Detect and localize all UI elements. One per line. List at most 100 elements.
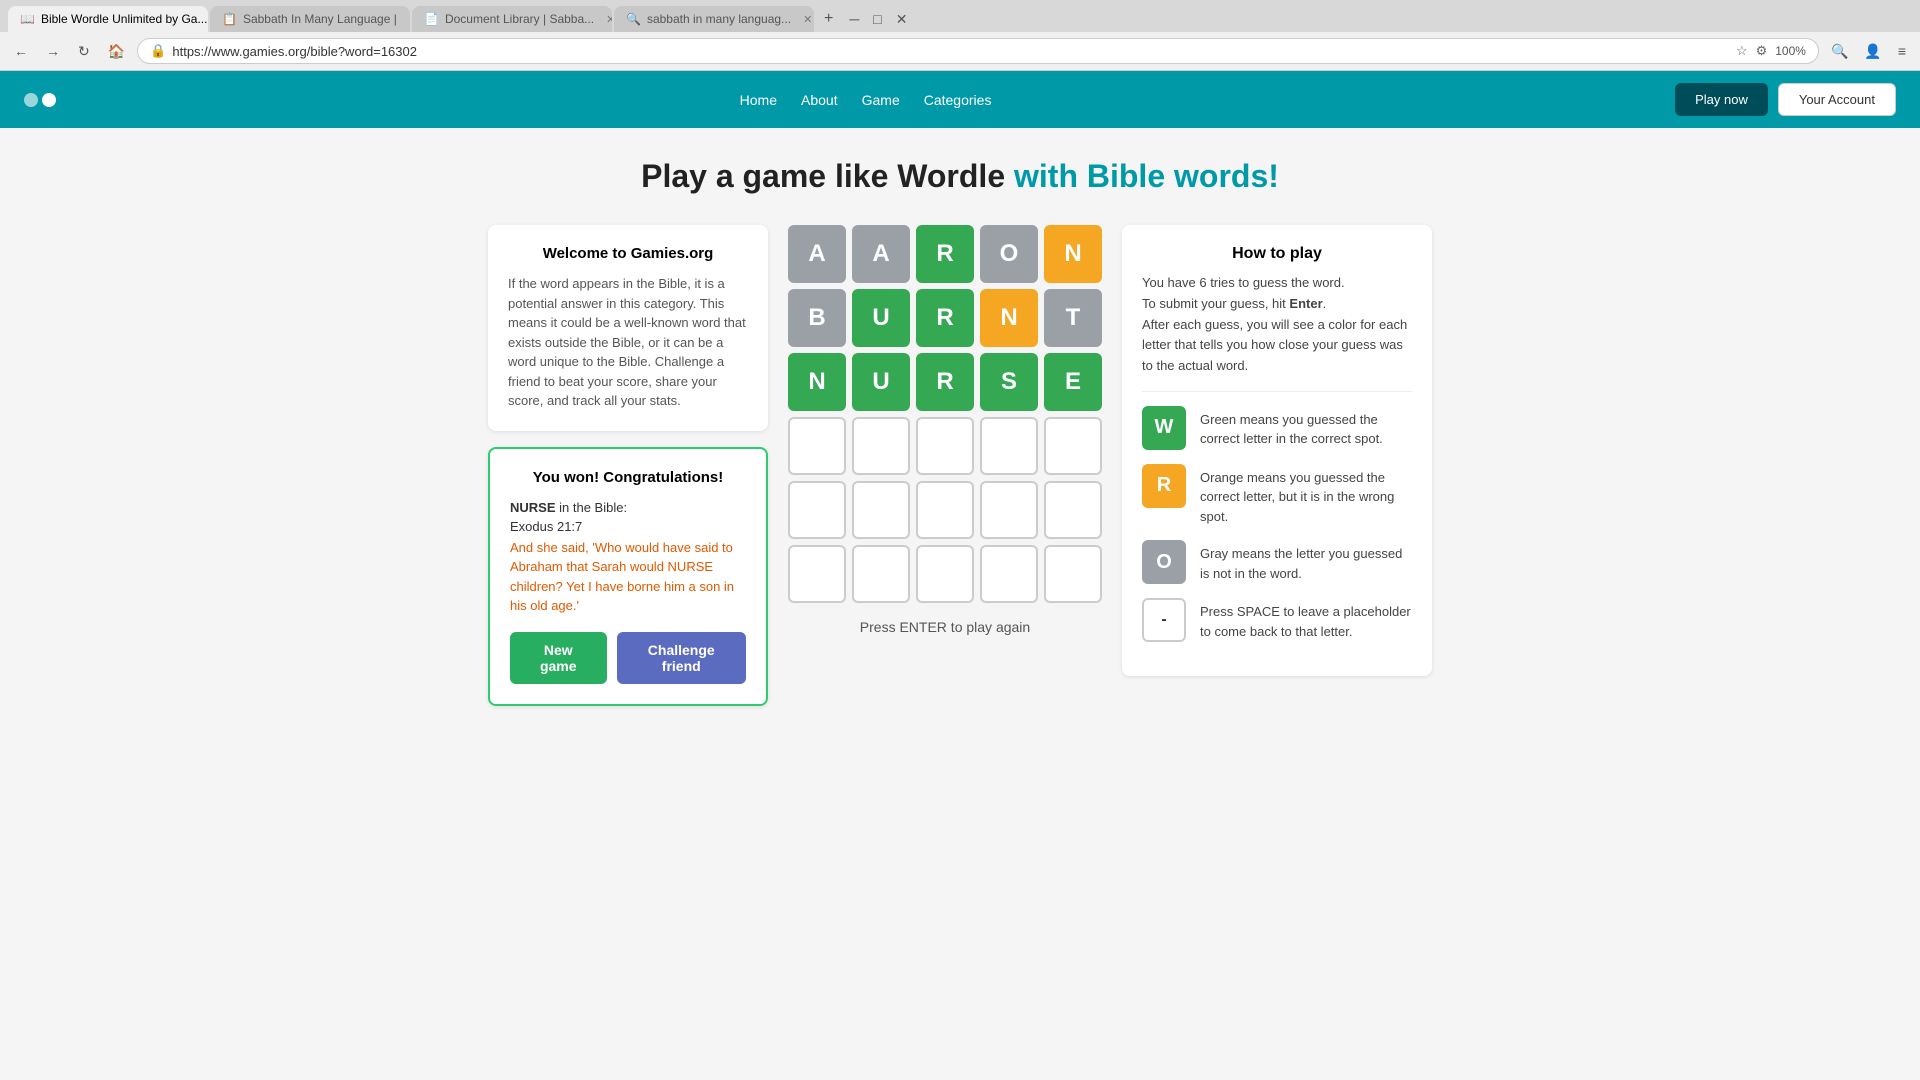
board-row-2: NURSE: [788, 353, 1102, 411]
board-cell-4-3: [980, 481, 1038, 539]
tab-active[interactable]: 📖 Bible Wordle Unlimited by Ga... ✕: [8, 6, 208, 32]
tab-label-2: Sabbath In Many Language |: [243, 12, 397, 26]
window-close-button[interactable]: ✕: [890, 7, 914, 32]
legend-container: WGreen means you guessed the correct let…: [1142, 406, 1412, 643]
tab-close-4[interactable]: ✕: [803, 13, 812, 26]
board-cell-0-4: N: [1044, 225, 1102, 283]
bible-word: NURSE: [510, 500, 556, 515]
new-tab-button[interactable]: +: [816, 6, 841, 32]
board-row-4: [788, 481, 1102, 539]
address-bar-icons: ☆ ⚙ 100%: [1736, 43, 1806, 59]
board-cell-0-3: O: [980, 225, 1038, 283]
board-cell-1-1: U: [852, 289, 910, 347]
board-cell-2-1: U: [852, 353, 910, 411]
profile-button[interactable]: 👤: [1858, 39, 1887, 64]
board-row-3: [788, 417, 1102, 475]
site-logo: [24, 93, 56, 107]
nav-home[interactable]: Home: [740, 92, 777, 108]
main-content: Play a game like Wordle with Bible words…: [260, 128, 1660, 736]
back-button[interactable]: ←: [8, 39, 34, 63]
legend-item-1: ROrange means you guessed the correct le…: [1142, 464, 1412, 527]
page-title-start: Play a game like Wordle: [641, 158, 1014, 194]
site-header: Home About Game Categories Play now Your…: [0, 71, 1920, 128]
how-line2: To submit your guess, hit Enter.: [1142, 296, 1326, 311]
address-bar[interactable]: 🔒 https://www.gamies.org/bible?word=1630…: [137, 38, 1819, 64]
legend-text-1: Orange means you guessed the correct let…: [1200, 464, 1412, 527]
site-nav: Home About Game Categories: [740, 92, 992, 108]
board-cell-3-4: [1044, 417, 1102, 475]
forward-button[interactable]: →: [40, 39, 66, 63]
how-to-play-panel: How to play You have 6 tries to guess th…: [1122, 225, 1432, 676]
tab-bar: 📖 Bible Wordle Unlimited by Ga... ✕ 📋 Sa…: [0, 0, 1920, 32]
your-account-button[interactable]: Your Account: [1778, 83, 1896, 116]
nav-about[interactable]: About: [801, 92, 838, 108]
tab-label-1: Bible Wordle Unlimited by Ga...: [41, 12, 208, 26]
board-cell-4-0: [788, 481, 846, 539]
tab-favicon-1: 📖: [20, 12, 35, 26]
board-cell-5-4: [1044, 545, 1102, 603]
logo-dot-2: [42, 93, 56, 107]
reload-button[interactable]: ↻: [72, 39, 96, 64]
board-cell-4-4: [1044, 481, 1102, 539]
extensions-icon[interactable]: ⚙: [1756, 43, 1768, 59]
bookmark-icon[interactable]: ☆: [1736, 43, 1748, 59]
new-game-button[interactable]: New game: [510, 632, 607, 684]
legend-item-2: O Gray means the letter you guessed is no…: [1142, 540, 1412, 584]
board-cell-3-1: [852, 417, 910, 475]
home-button[interactable]: 🏠: [102, 39, 131, 64]
how-to-play-title: How to play: [1142, 245, 1412, 263]
board-cell-2-2: R: [916, 353, 974, 411]
tab-favicon-4: 🔍: [626, 12, 641, 26]
search-button[interactable]: 🔍: [1825, 39, 1854, 64]
nav-game[interactable]: Game: [862, 92, 900, 108]
page-title-colored: with Bible words!: [1014, 158, 1279, 194]
board-grid: AARONBURNTNURSE: [788, 225, 1102, 603]
legend-tile-0: W: [1142, 406, 1186, 450]
tab-close-3[interactable]: ✕: [606, 13, 612, 26]
page-title: Play a game like Wordle with Bible words…: [280, 158, 1640, 195]
board-cell-2-0: N: [788, 353, 846, 411]
tab-2[interactable]: 📋 Sabbath In Many Language | ✕: [210, 6, 410, 32]
legend-text-2: Gray means the letter you guessed is not…: [1200, 540, 1412, 583]
window-restore-button[interactable]: □: [867, 7, 887, 31]
board-cell-1-3: N: [980, 289, 1038, 347]
board-cell-5-1: [852, 545, 910, 603]
tab-favicon-2: 📋: [222, 12, 237, 26]
nav-bar: ← → ↻ 🏠 🔒 https://www.gamies.org/bible?w…: [0, 32, 1920, 70]
board-cell-3-0: [788, 417, 846, 475]
welcome-box: Welcome to Gamies.org If the word appear…: [488, 225, 768, 431]
board-cell-1-0: B: [788, 289, 846, 347]
menu-button[interactable]: ≡: [1892, 39, 1912, 63]
play-now-button[interactable]: Play now: [1675, 83, 1768, 116]
how-to-play-intro: You have 6 tries to guess the word. To s…: [1142, 273, 1412, 392]
board-row-1: BURNT: [788, 289, 1102, 347]
welcome-title: Welcome to Gamies.org: [508, 245, 748, 262]
nav-categories[interactable]: Categories: [924, 92, 992, 108]
how-line3: After each guess, you will see a color f…: [1142, 317, 1407, 374]
tab-close-2[interactable]: ✕: [409, 13, 410, 26]
congrats-buttons: New game Challenge friend: [510, 632, 746, 684]
board-cell-5-2: [916, 545, 974, 603]
logo-dot-1: [24, 93, 38, 107]
tab-4[interactable]: 🔍 sabbath in many languag... ✕: [614, 6, 814, 32]
bible-citation: Exodus 21:7: [510, 519, 746, 534]
tab-3[interactable]: 📄 Document Library | Sabba... ✕: [412, 6, 612, 32]
board-cell-2-4: E: [1044, 353, 1102, 411]
board-cell-4-2: [916, 481, 974, 539]
tab-label-4: sabbath in many languag...: [647, 12, 791, 26]
board-row-5: [788, 545, 1102, 603]
board-cell-0-1: A: [852, 225, 910, 283]
legend-item-0: WGreen means you guessed the correct let…: [1142, 406, 1412, 450]
press-enter-text: Press ENTER to play again: [860, 619, 1030, 635]
challenge-friend-button[interactable]: Challenge friend: [617, 632, 747, 684]
congrats-box: You won! Congratulations! NURSE in the B…: [488, 447, 768, 706]
game-layout: Welcome to Gamies.org If the word appear…: [280, 225, 1640, 706]
logo-dots: [24, 93, 56, 107]
legend-tile-2: O: [1142, 540, 1186, 584]
window-minimize-button[interactable]: ─: [843, 7, 865, 31]
legend-item-3: -Press SPACE to leave a placeholder to c…: [1142, 598, 1412, 642]
congrats-title: You won! Congratulations!: [510, 469, 746, 486]
board-cell-0-0: A: [788, 225, 846, 283]
board-cell-3-3: [980, 417, 1038, 475]
browser-chrome: 📖 Bible Wordle Unlimited by Ga... ✕ 📋 Sa…: [0, 0, 1920, 71]
